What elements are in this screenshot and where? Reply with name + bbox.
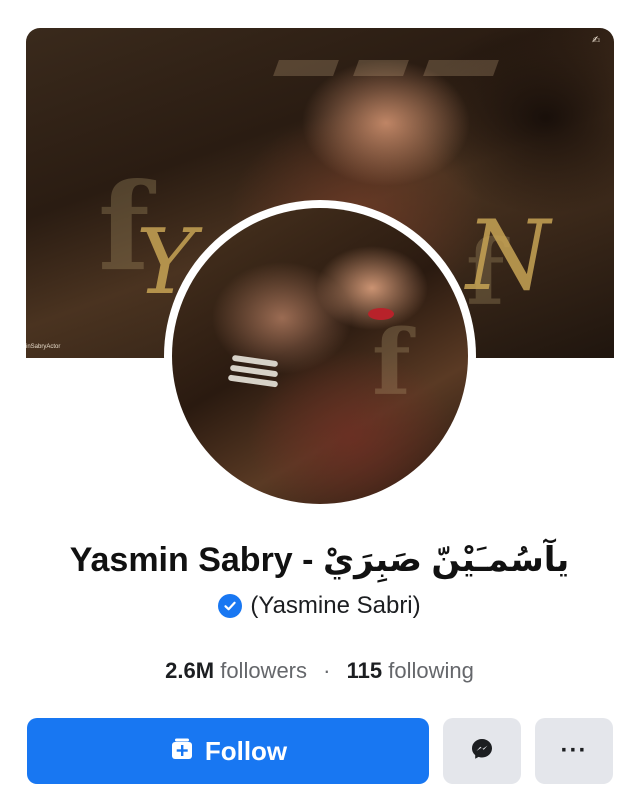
profile-stats: 2.6M followers · 115 following	[0, 658, 639, 684]
stats-separator: ·	[323, 658, 331, 683]
profile-name: Yasmin Sabry - يآسُمـَيْنّ صَبِرَيْ	[69, 541, 570, 579]
lettering-mark-icon: ✍	[592, 35, 601, 46]
cover-credit: inSabryActor	[26, 344, 61, 350]
following-count[interactable]: 115	[347, 658, 383, 683]
follow-add-icon	[169, 737, 195, 766]
followers-label[interactable]: followers	[220, 658, 307, 683]
avatar-watermark: f	[372, 310, 411, 416]
profile-alt-name: (Yasmine Sabri)	[250, 592, 421, 619]
messenger-icon	[470, 737, 494, 766]
more-options-icon: ···	[560, 737, 588, 764]
cover-gold-letter: N	[466, 200, 550, 312]
cover-decor-bar	[353, 60, 409, 76]
profile-alt-name-row: (Yasmine Sabri)	[0, 592, 639, 620]
cover-decor-bar	[273, 60, 339, 76]
followers-count[interactable]: 2.6M	[165, 658, 214, 683]
follow-button-label: Follow	[204, 735, 288, 766]
avatar-lips	[368, 308, 394, 320]
more-options-button[interactable]: ···	[535, 718, 613, 784]
following-label[interactable]: following	[388, 658, 474, 683]
verified-badge-icon	[218, 594, 243, 618]
follow-button[interactable]: Follow	[27, 718, 429, 784]
avatar[interactable]: f	[172, 208, 468, 504]
cover-decor-bar	[423, 60, 499, 76]
message-button[interactable]	[443, 718, 521, 784]
